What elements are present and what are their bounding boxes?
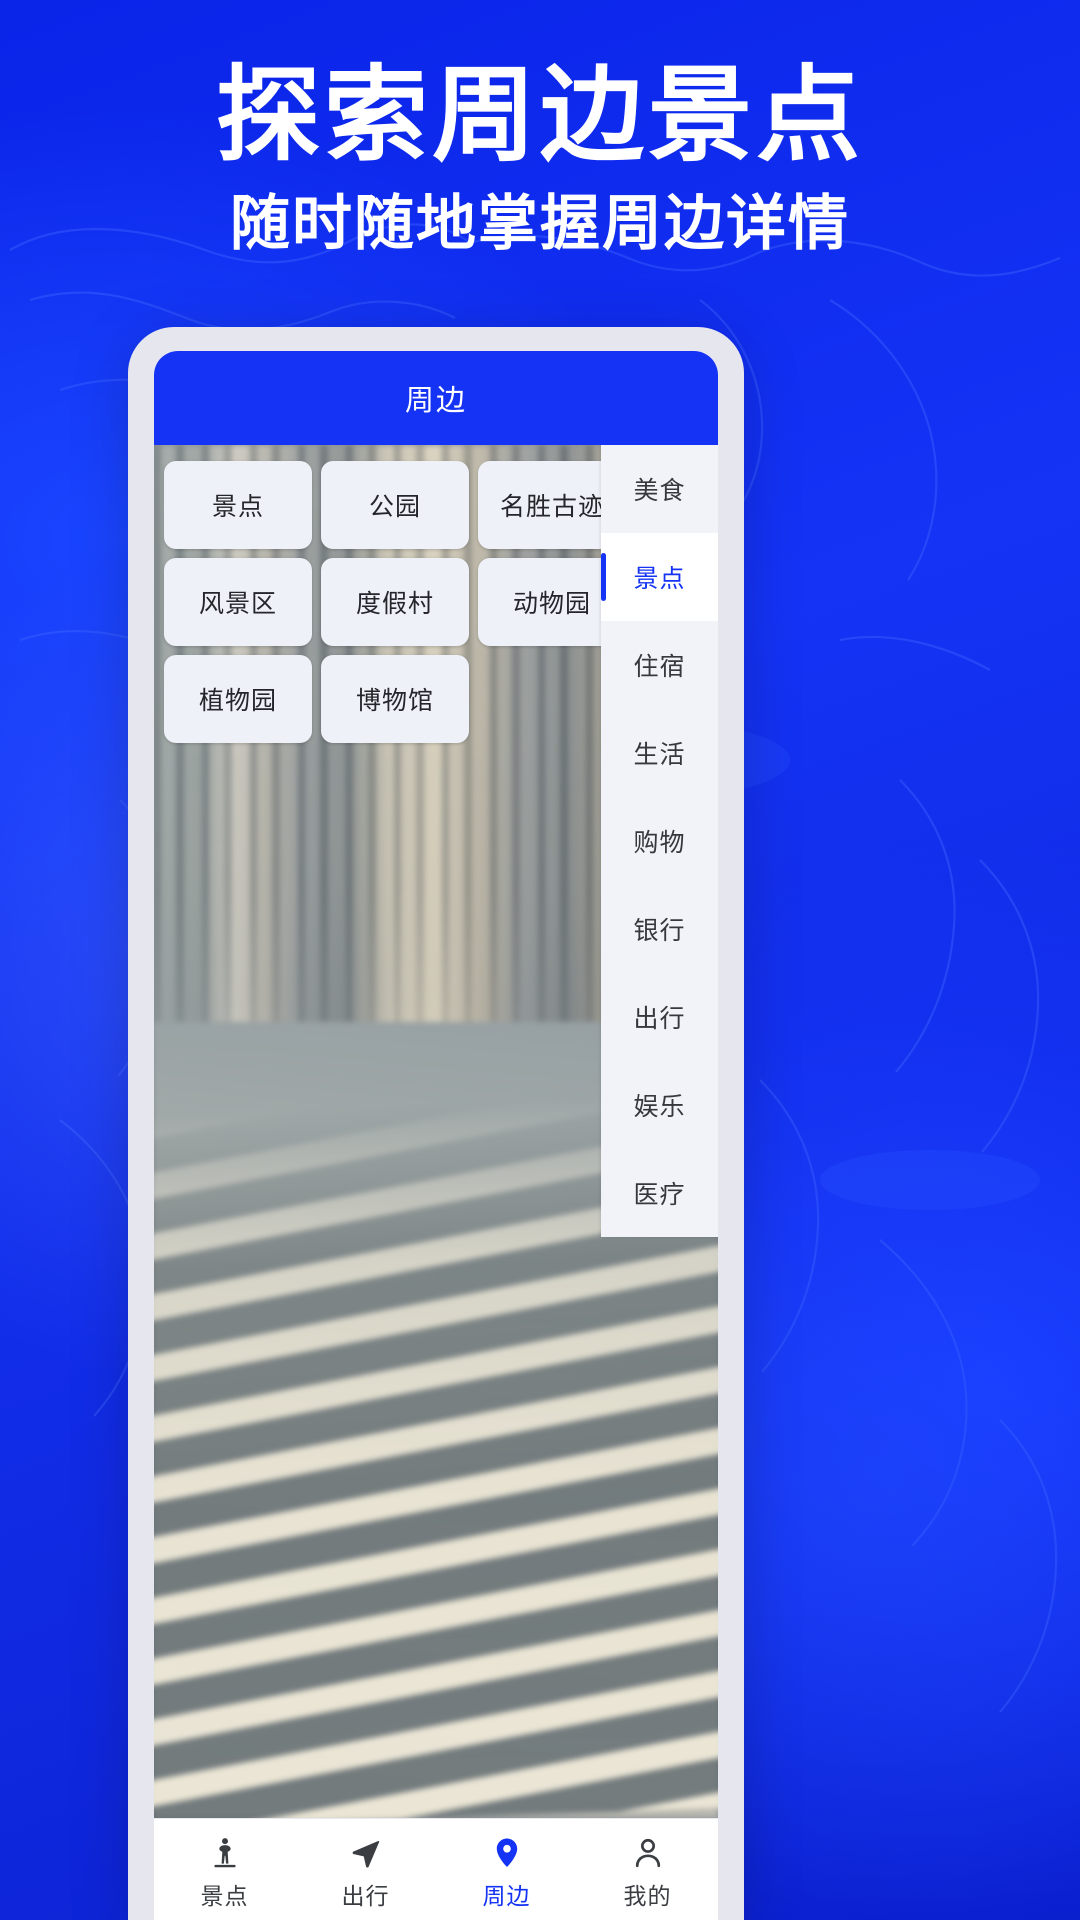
subcategory-chip[interactable]: 博物馆 xyxy=(321,655,469,743)
bottom-tab-bar: 景点 出行 周边 我的 xyxy=(154,1818,718,1920)
category-item-shenghuo[interactable]: 生活 xyxy=(601,709,718,797)
landmark-icon xyxy=(214,1837,235,1867)
category-item-yinhang[interactable]: 银行 xyxy=(601,885,718,973)
category-item-yiliao[interactable]: 医疗 xyxy=(601,1149,718,1237)
tab-wode[interactable]: 我的 xyxy=(577,1836,718,1911)
map-content-area[interactable]: 景点 公园 名胜古迹 风景区 度假村 动物园 植物园 博物馆 美食 景点 住宿 … xyxy=(154,445,718,1818)
tab-zhoubian[interactable]: 周边 xyxy=(436,1836,577,1911)
page-title: 探索周边景点 xyxy=(215,58,864,174)
subcategory-chip[interactable]: 度假村 xyxy=(321,558,469,646)
tab-label: 出行 xyxy=(341,1882,390,1909)
category-item-yule[interactable]: 娱乐 xyxy=(601,1061,718,1149)
tab-label: 景点 xyxy=(200,1882,249,1909)
promo-banner: 探索周边景点 随时随地掌握周边详情 周边 景点 公园 名胜古迹 风景区 度假村 … xyxy=(0,0,1080,1920)
map-pin-icon xyxy=(496,1838,517,1867)
app-header: 周边 xyxy=(154,351,718,445)
tab-jingdian[interactable]: 景点 xyxy=(154,1836,295,1911)
category-item-gouwu[interactable]: 购物 xyxy=(601,797,718,885)
phone-mockup-frame: 周边 景点 公园 名胜古迹 风景区 度假村 动物园 植物园 博物馆 美食 景点 … xyxy=(128,327,744,1920)
promo-text-block: 探索周边景点 随时随地掌握周边详情 xyxy=(0,58,1080,260)
subcategory-chip-grid: 景点 公园 名胜古迹 风景区 度假村 动物园 植物园 博物馆 xyxy=(164,461,634,743)
app-header-title: 周边 xyxy=(404,385,467,417)
page-subtitle: 随时随地掌握周边详情 xyxy=(230,190,850,258)
subcategory-chip[interactable]: 公园 xyxy=(321,461,469,549)
category-sidebar: 美食 景点 住宿 生活 购物 银行 出行 娱乐 医疗 xyxy=(601,445,718,1237)
navigation-arrow-icon xyxy=(352,1840,379,1867)
subcategory-chip[interactable]: 植物园 xyxy=(164,655,312,743)
category-item-chuxing[interactable]: 出行 xyxy=(601,973,718,1061)
subcategory-chip[interactable]: 景点 xyxy=(164,461,312,549)
category-item-meishi[interactable]: 美食 xyxy=(601,445,718,533)
tab-chuxing[interactable]: 出行 xyxy=(295,1836,436,1911)
category-item-jingdian[interactable]: 景点 xyxy=(601,533,718,621)
person-icon xyxy=(635,1838,660,1867)
subcategory-chip[interactable]: 风景区 xyxy=(164,558,312,646)
tab-label: 周边 xyxy=(482,1882,531,1909)
tab-label: 我的 xyxy=(623,1882,672,1909)
phone-screen: 周边 景点 公园 名胜古迹 风景区 度假村 动物园 植物园 博物馆 美食 景点 … xyxy=(154,351,718,1920)
category-item-zhusu[interactable]: 住宿 xyxy=(601,621,718,709)
